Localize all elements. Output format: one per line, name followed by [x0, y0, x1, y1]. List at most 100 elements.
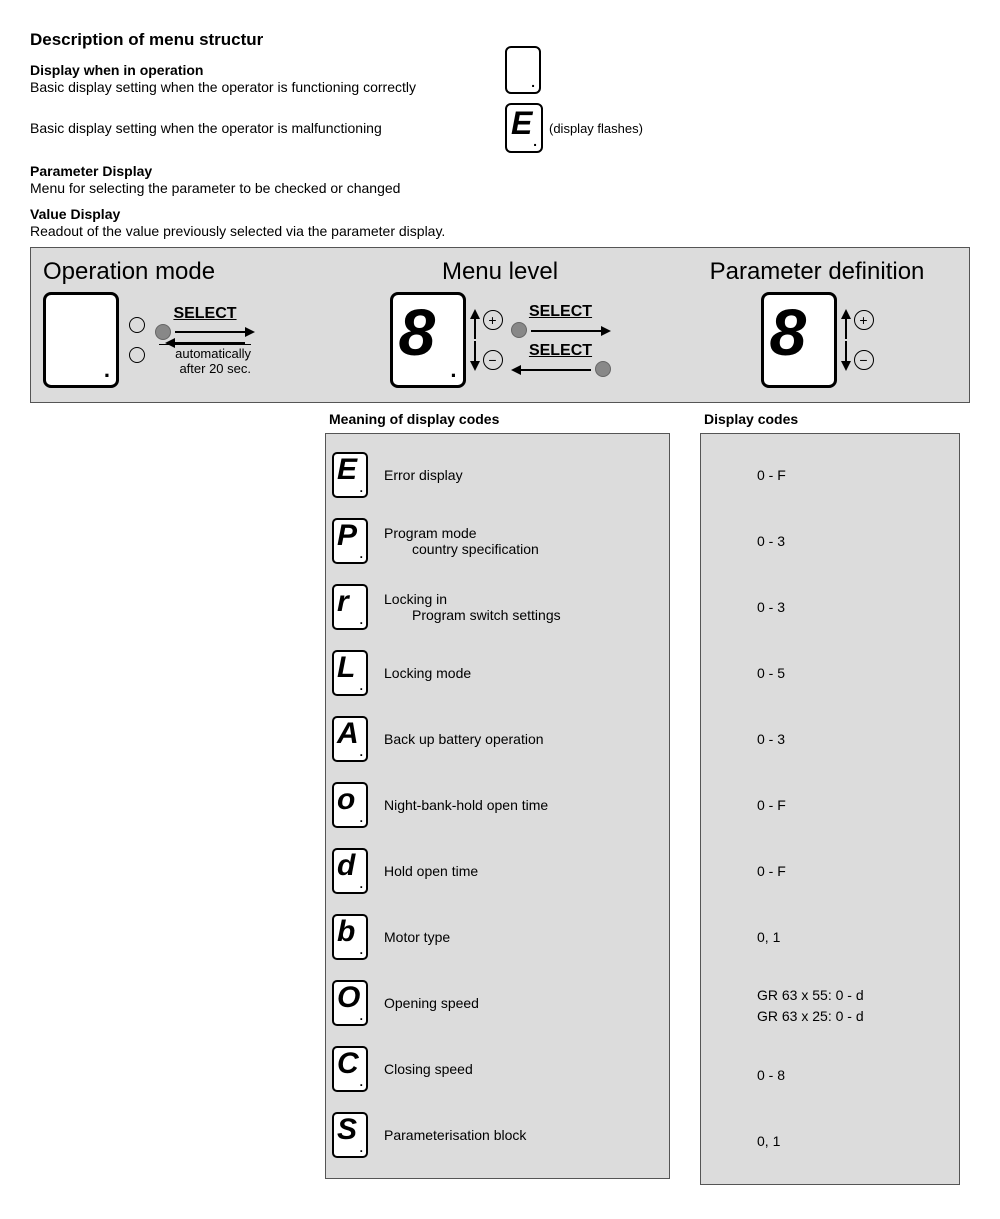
minus-icon: − — [854, 350, 874, 370]
table-row: 0 - 3 — [707, 508, 953, 574]
a-lcd-icon: A. — [332, 716, 368, 762]
error-lcd-icon: E . — [505, 103, 543, 153]
arrow-up-icon — [474, 309, 475, 339]
meaning-sub: Program switch settings — [384, 607, 561, 623]
table-row: 0 - 3 — [707, 574, 953, 640]
indicator-circle-icon — [129, 347, 145, 363]
meaning-label: Hold open time — [384, 863, 478, 879]
select-button-icon — [511, 322, 527, 338]
plus-icon: + — [854, 310, 874, 330]
menu-lcd-icon: 8 . — [390, 292, 466, 388]
table-row: 0, 1 — [707, 1108, 953, 1174]
menu-level-title: Menu level — [442, 258, 558, 286]
arrow-down-icon — [845, 341, 846, 371]
meaning-label: Locking in — [384, 591, 447, 607]
mode-diagram: Operation mode . SELECT — [30, 247, 970, 403]
table-row: O. Opening speed — [332, 970, 663, 1036]
operation-mode-title: Operation mode — [43, 258, 215, 286]
meaning-table: E. Error display P. Program modecountry spe… — [325, 433, 670, 1179]
meaning-label: Closing speed — [384, 1061, 473, 1077]
s-lcd-icon: S. — [332, 1112, 368, 1158]
parameter-definition-title: Parameter definition — [710, 258, 925, 286]
select-button-icon — [595, 361, 611, 377]
table-row: 0 - 3 — [707, 706, 953, 772]
auto-note-2: after 20 sec. — [179, 361, 251, 376]
table-row: GR 63 x 55: 0 - dGR 63 x 25: 0 - d — [707, 970, 953, 1042]
table-row: P. Program modecountry specification — [332, 508, 663, 574]
b-lcd-icon: b. — [332, 914, 368, 960]
arrow-right-icon — [175, 331, 255, 332]
display-operation-line1: Basic display setting when the operator … — [30, 79, 505, 95]
display-operation-line2: Basic display setting when the operator … — [30, 120, 505, 136]
select-label: SELECT — [173, 305, 236, 323]
o-lcd-icon: o. — [332, 782, 368, 828]
page-title: Description of menu structur — [30, 30, 970, 50]
parameter-display-body: Menu for selecting the parameter to be c… — [30, 180, 970, 196]
table-row: L. Locking mode — [332, 640, 663, 706]
codes-value: GR 63 x 55: 0 - dGR 63 x 25: 0 - d — [757, 985, 864, 1027]
meaning-sub: country specification — [384, 541, 539, 557]
codes-value: 0 - F — [757, 467, 786, 483]
meaning-label: Motor type — [384, 929, 450, 945]
codes-value: 0 - 3 — [757, 731, 785, 747]
value-display-body: Readout of the value previously selected… — [30, 223, 970, 239]
table-row: S. Parameterisation block — [332, 1102, 663, 1168]
table-row: 0, 1 — [707, 904, 953, 970]
table-row: 0 - F — [707, 442, 953, 508]
meaning-label: Opening speed — [384, 995, 479, 1011]
codes-value: 0, 1 — [757, 929, 780, 945]
d-lcd-icon: d. — [332, 848, 368, 894]
minus-icon: − — [483, 350, 503, 370]
arrow-left-icon — [511, 369, 591, 370]
indicator-circle-icon — [129, 317, 145, 333]
param-lcd-icon: 8 — [761, 292, 837, 388]
dot-lcd-icon: . — [505, 46, 541, 94]
o-lcd-icon: O. — [332, 980, 368, 1026]
codes-table: 0 - F 0 - 3 0 - 3 0 - 5 0 - 3 0 - F 0 - F 0, 1 G… — [700, 433, 960, 1185]
codes-value: 0 - F — [757, 863, 786, 879]
table-row: d. Hold open time — [332, 838, 663, 904]
arrow-right-icon — [531, 330, 611, 331]
p-lcd-icon: P. — [332, 518, 368, 564]
table-row: A. Back up battery operation — [332, 706, 663, 772]
plus-icon: + — [483, 310, 503, 330]
codes-value: 0 - 8 — [757, 1067, 785, 1083]
meaning-label: Parameterisation block — [384, 1127, 526, 1143]
table-row: 0 - F — [707, 838, 953, 904]
c-lcd-icon: C. — [332, 1046, 368, 1092]
table-row: E. Error display — [332, 442, 663, 508]
codes-value: 0 - 3 — [757, 533, 785, 549]
meaning-table-header: Meaning of display codes — [325, 403, 670, 433]
table-row: b. Motor type — [332, 904, 663, 970]
codes-value: 0 - F — [757, 797, 786, 813]
r-lcd-icon: r. — [332, 584, 368, 630]
meaning-label: Back up battery operation — [384, 731, 544, 747]
auto-note-1: automatically — [175, 346, 251, 361]
meaning-label: Program mode — [384, 525, 477, 541]
parameter-display-heading: Parameter Display — [30, 163, 970, 179]
arrow-up-icon — [845, 309, 846, 339]
table-row: o. Night-bank-hold open time — [332, 772, 663, 838]
codes-value: 0 - 5 — [757, 665, 785, 681]
meaning-label: Night-bank-hold open time — [384, 797, 548, 813]
codes-table-header: Display codes — [700, 403, 960, 433]
value-display-heading: Value Display — [30, 206, 970, 222]
codes-value: 0 - 3 — [757, 599, 785, 615]
select-label: SELECT — [529, 303, 592, 321]
table-row: 0 - 8 — [707, 1042, 953, 1108]
arrow-down-icon — [474, 341, 475, 371]
meaning-label: Locking mode — [384, 665, 471, 681]
display-operation-heading: Display when in operation — [30, 62, 505, 78]
table-row: 0 - 5 — [707, 640, 953, 706]
select-label: SELECT — [529, 342, 592, 360]
opmode-lcd-icon: . — [43, 292, 119, 388]
l-lcd-icon: L. — [332, 650, 368, 696]
flashes-note: (display flashes) — [549, 121, 643, 136]
meaning-label: Error display — [384, 467, 463, 483]
e-lcd-icon: E. — [332, 452, 368, 498]
table-row: 0 - F — [707, 772, 953, 838]
arrow-left-icon — [165, 342, 245, 343]
codes-value: 0, 1 — [757, 1133, 780, 1149]
table-row: r. Locking inProgram switch settings — [332, 574, 663, 640]
table-row: C. Closing speed — [332, 1036, 663, 1102]
